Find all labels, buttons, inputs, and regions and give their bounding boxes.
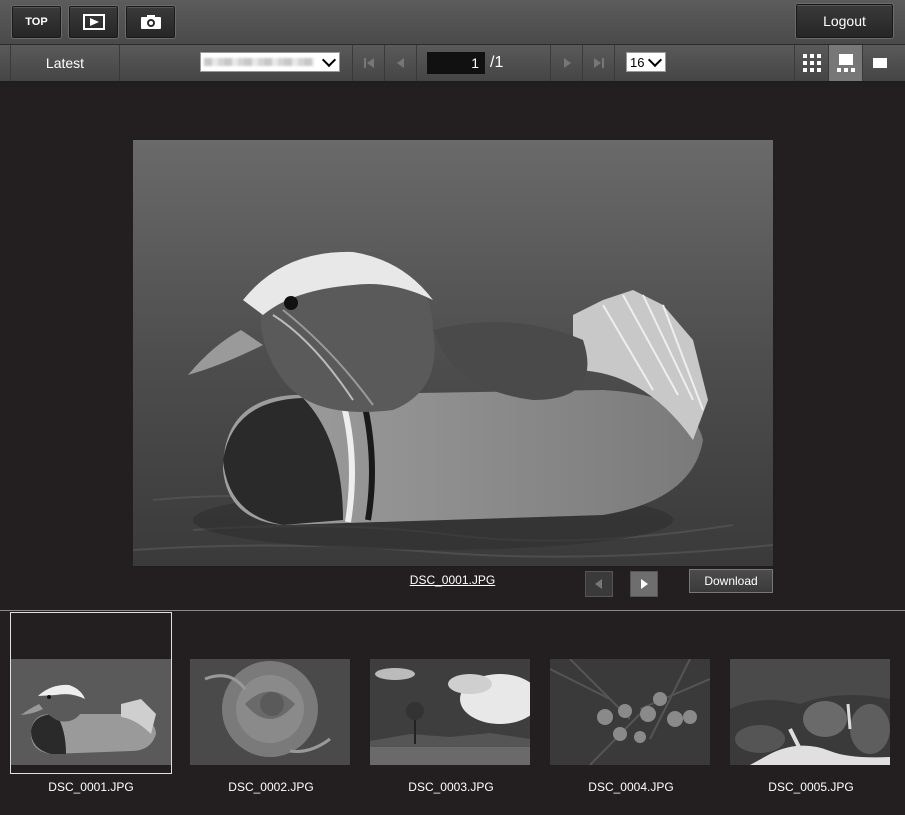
next-image-button[interactable]: [630, 571, 658, 597]
grid-view-icon: [802, 54, 821, 72]
right-arrow-icon: [641, 579, 648, 589]
first-page-icon: [363, 58, 374, 68]
main-photo[interactable]: [133, 140, 773, 566]
thumbnail-filename: DSC_0001.JPG: [48, 780, 134, 794]
thumbnail-strip-view-button[interactable]: [828, 45, 862, 81]
chevron-down-icon: [647, 52, 663, 68]
divider: [0, 610, 905, 611]
prev-page-button[interactable]: [384, 45, 416, 81]
thumbnail-image: [550, 659, 710, 765]
thumbnail-item[interactable]: [730, 612, 892, 774]
current-filename-link[interactable]: DSC_0001.JPG: [380, 573, 525, 587]
thumbnail-filename: DSC_0005.JPG: [768, 780, 854, 794]
thumbnail-item[interactable]: [550, 612, 712, 774]
camera-button[interactable]: [126, 6, 175, 38]
thumbnail-item[interactable]: [370, 612, 532, 774]
prev-page-icon: [396, 58, 404, 68]
thumbnail-filename: DSC_0002.JPG: [228, 780, 314, 794]
thumbnail-item[interactable]: [190, 612, 352, 774]
next-page-button[interactable]: [550, 45, 582, 81]
download-button[interactable]: Download: [689, 569, 773, 593]
top-button[interactable]: TOP: [12, 6, 61, 38]
top-bar: TOP Logout: [0, 0, 905, 45]
page-number-input[interactable]: 1: [427, 52, 485, 74]
last-page-button[interactable]: [582, 45, 614, 81]
thumbnail-filename: DSC_0003.JPG: [408, 780, 494, 794]
thumbnail-image: [730, 659, 890, 765]
first-page-button[interactable]: [352, 45, 384, 81]
grid-view-button[interactable]: [794, 45, 828, 81]
per-page-select[interactable]: 16: [626, 52, 666, 72]
next-page-icon: [563, 58, 571, 68]
thumbnail-image: [11, 659, 171, 765]
last-page-icon: [593, 58, 604, 68]
left-arrow-icon: [595, 579, 602, 589]
previous-image-button[interactable]: [585, 571, 613, 597]
playback-icon: [82, 14, 105, 30]
playback-button[interactable]: [69, 6, 118, 38]
folder-select-value: [204, 58, 314, 66]
page-total: /1: [490, 54, 504, 71]
latest-button[interactable]: Latest: [10, 45, 120, 81]
camera-icon: [140, 15, 161, 29]
folder-select[interactable]: [200, 52, 340, 72]
per-page-value: 16: [630, 54, 645, 70]
single-view-button[interactable]: [862, 45, 896, 81]
single-view-icon: [872, 58, 887, 68]
thumbnail-strip-view-icon: [836, 54, 855, 72]
chevron-down-icon: [321, 52, 337, 68]
thumbnail-image: [370, 659, 530, 765]
logout-button[interactable]: Logout: [796, 4, 893, 38]
thumbnail-item[interactable]: [10, 612, 172, 774]
thumbnail-image: [190, 659, 350, 765]
toolbar: Latest 1 /1 16: [0, 45, 905, 83]
mandarin-duck-photo: [133, 140, 773, 566]
thumbnail-filename: DSC_0004.JPG: [588, 780, 674, 794]
